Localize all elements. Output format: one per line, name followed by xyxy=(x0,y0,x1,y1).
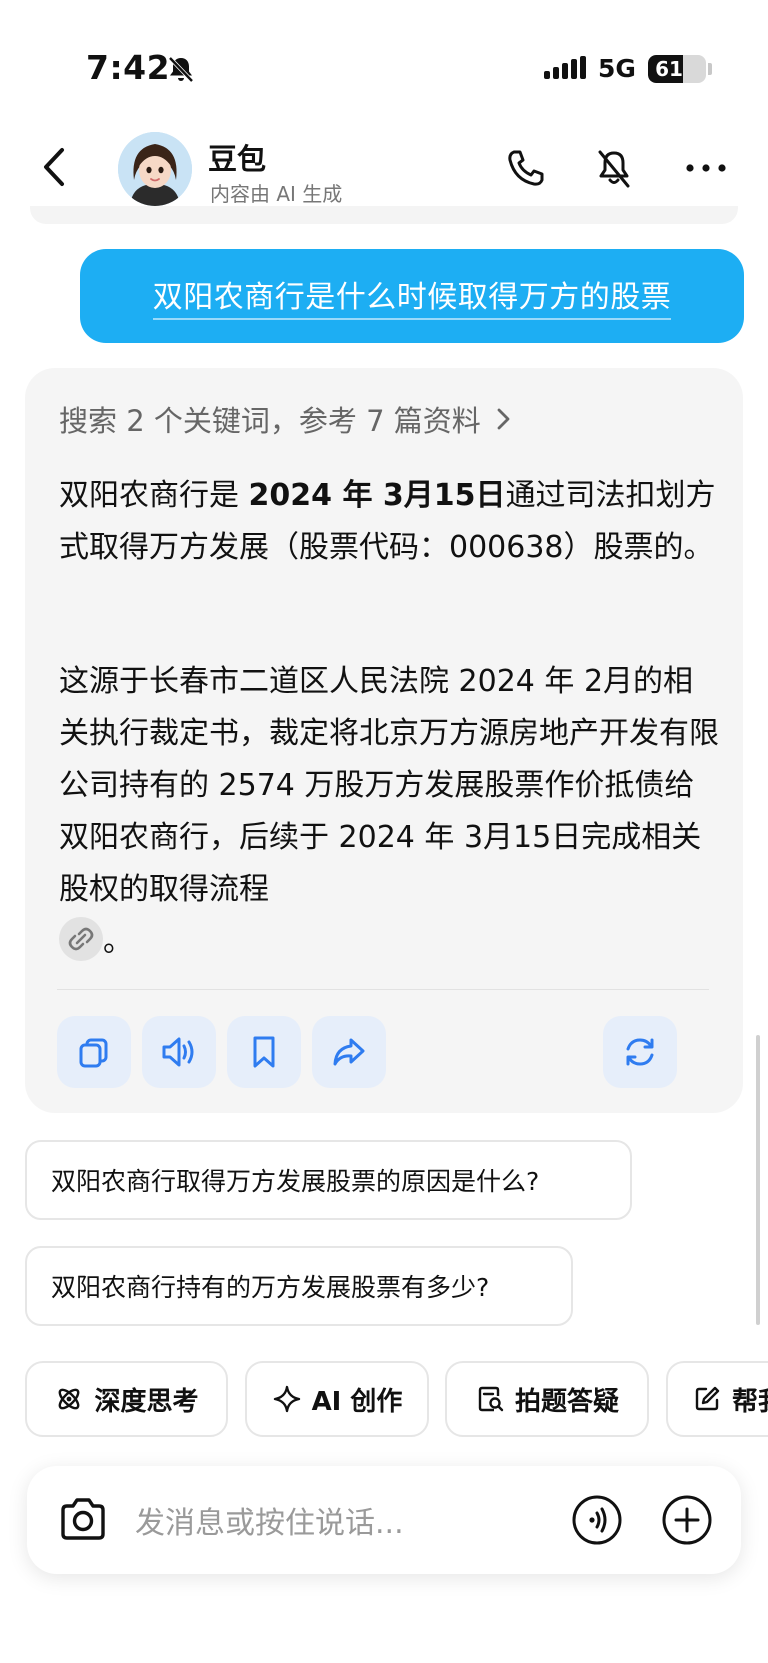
divider xyxy=(57,989,709,990)
battery-icon: 61 xyxy=(648,55,706,83)
signal-icon xyxy=(544,56,586,79)
battery-level: 61 xyxy=(655,57,683,81)
tool-deep-thinking[interactable]: 深度思考 xyxy=(25,1361,228,1437)
search-reference-text: 搜索 2 个关键词，参考 7 篇资料 xyxy=(59,404,481,438)
suggestion-chip[interactable]: 双阳农商行持有的万方发展股票有多少? xyxy=(25,1246,573,1326)
refresh-icon xyxy=(626,1038,654,1066)
answer-p1-part1: 双阳农商行是 xyxy=(59,478,249,513)
copy-icon xyxy=(79,1038,108,1068)
read-aloud-button[interactable] xyxy=(142,1016,216,1088)
back-arrow-icon[interactable] xyxy=(36,142,72,192)
message-input-bar: 发消息或按住说话... xyxy=(27,1466,741,1574)
bookmark-button[interactable] xyxy=(227,1016,301,1088)
voice-call-icon[interactable] xyxy=(571,1494,623,1546)
speaker-icon xyxy=(162,1037,194,1067)
citation-link-icon[interactable] xyxy=(59,916,103,961)
bell-muted-icon xyxy=(168,56,194,83)
answer-paragraph-2: 这源于长春市二道区人民法院 2024 年 2月的相关执行裁定书，裁定将北京万方源… xyxy=(59,656,719,968)
battery-tip xyxy=(708,63,712,75)
status-bar: 7:42 5G 61 xyxy=(0,0,768,110)
answer-card: 搜索 2 个关键词，参考 7 篇资料 双阳农商行是 2024 年 3月15日通过… xyxy=(25,368,743,1113)
camera-icon[interactable] xyxy=(57,1496,109,1544)
answer-p1-date: 2024 年 3月15日 xyxy=(248,478,506,513)
answer-p2-end: 。 xyxy=(103,924,133,959)
atom-icon xyxy=(59,1388,80,1410)
regenerate-button[interactable] xyxy=(603,1016,677,1088)
status-time: 7:42 xyxy=(86,48,171,87)
tool-label: 深度思考 xyxy=(94,1386,199,1417)
tool-photo-question[interactable]: 拍题答疑 xyxy=(445,1361,649,1437)
sound-muted-icon[interactable] xyxy=(592,146,636,190)
suggestion-chip[interactable]: 双阳农商行取得万方发展股票的原因是什么? xyxy=(25,1140,632,1220)
bot-name: 豆包 xyxy=(208,142,267,176)
suggestion-text: 双阳农商行取得万方发展股票的原因是什么? xyxy=(51,1167,540,1196)
chevron-right-icon xyxy=(497,408,510,430)
message-input[interactable]: 发消息或按住说话... xyxy=(135,1498,404,1542)
phone-icon[interactable] xyxy=(504,146,548,190)
answer-paragraph-1: 双阳农商行是 2024 年 3月15日通过司法扣划方式取得万方发展（股票代码：0… xyxy=(59,470,719,574)
sparkle-icon xyxy=(273,1385,300,1413)
user-message-text: 双阳农商行是什么时候取得万方的股票 xyxy=(152,272,672,320)
more-icon[interactable] xyxy=(684,146,728,190)
tool-label: 帮我 xyxy=(732,1386,768,1417)
user-message-bubble[interactable]: 双阳农商行是什么时候取得万方的股票 xyxy=(80,249,744,343)
tool-help-me[interactable]: 帮我 xyxy=(666,1361,768,1437)
edit-icon xyxy=(695,1386,720,1411)
scrollbar[interactable] xyxy=(756,1035,760,1325)
network-type: 5G xyxy=(598,54,636,83)
chat-header: 豆包 内容由 AI 生成 xyxy=(0,120,768,218)
copy-button[interactable] xyxy=(57,1016,131,1088)
bot-subtitle: 内容由 AI 生成 xyxy=(210,182,343,206)
answer-p2-text: 这源于长春市二道区人民法院 2024 年 2月的相关执行裁定书，裁定将北京万方源… xyxy=(59,664,719,907)
tool-label: AI 创作 xyxy=(311,1386,403,1417)
suggestion-text: 双阳农商行持有的万方发展股票有多少? xyxy=(51,1273,490,1302)
tool-label: 拍题答疑 xyxy=(514,1386,619,1417)
tool-ai-create[interactable]: AI 创作 xyxy=(245,1361,429,1437)
avatar[interactable] xyxy=(118,132,192,206)
share-icon xyxy=(333,1038,365,1066)
previous-message-edge xyxy=(30,206,738,224)
search-reference-link[interactable]: 搜索 2 个关键词，参考 7 篇资料 xyxy=(59,398,515,440)
share-button[interactable] xyxy=(312,1016,386,1088)
document-search-icon xyxy=(478,1386,504,1412)
avatar-face-icon xyxy=(118,132,192,206)
plus-icon[interactable] xyxy=(661,1494,713,1546)
bookmark-icon xyxy=(253,1036,275,1068)
